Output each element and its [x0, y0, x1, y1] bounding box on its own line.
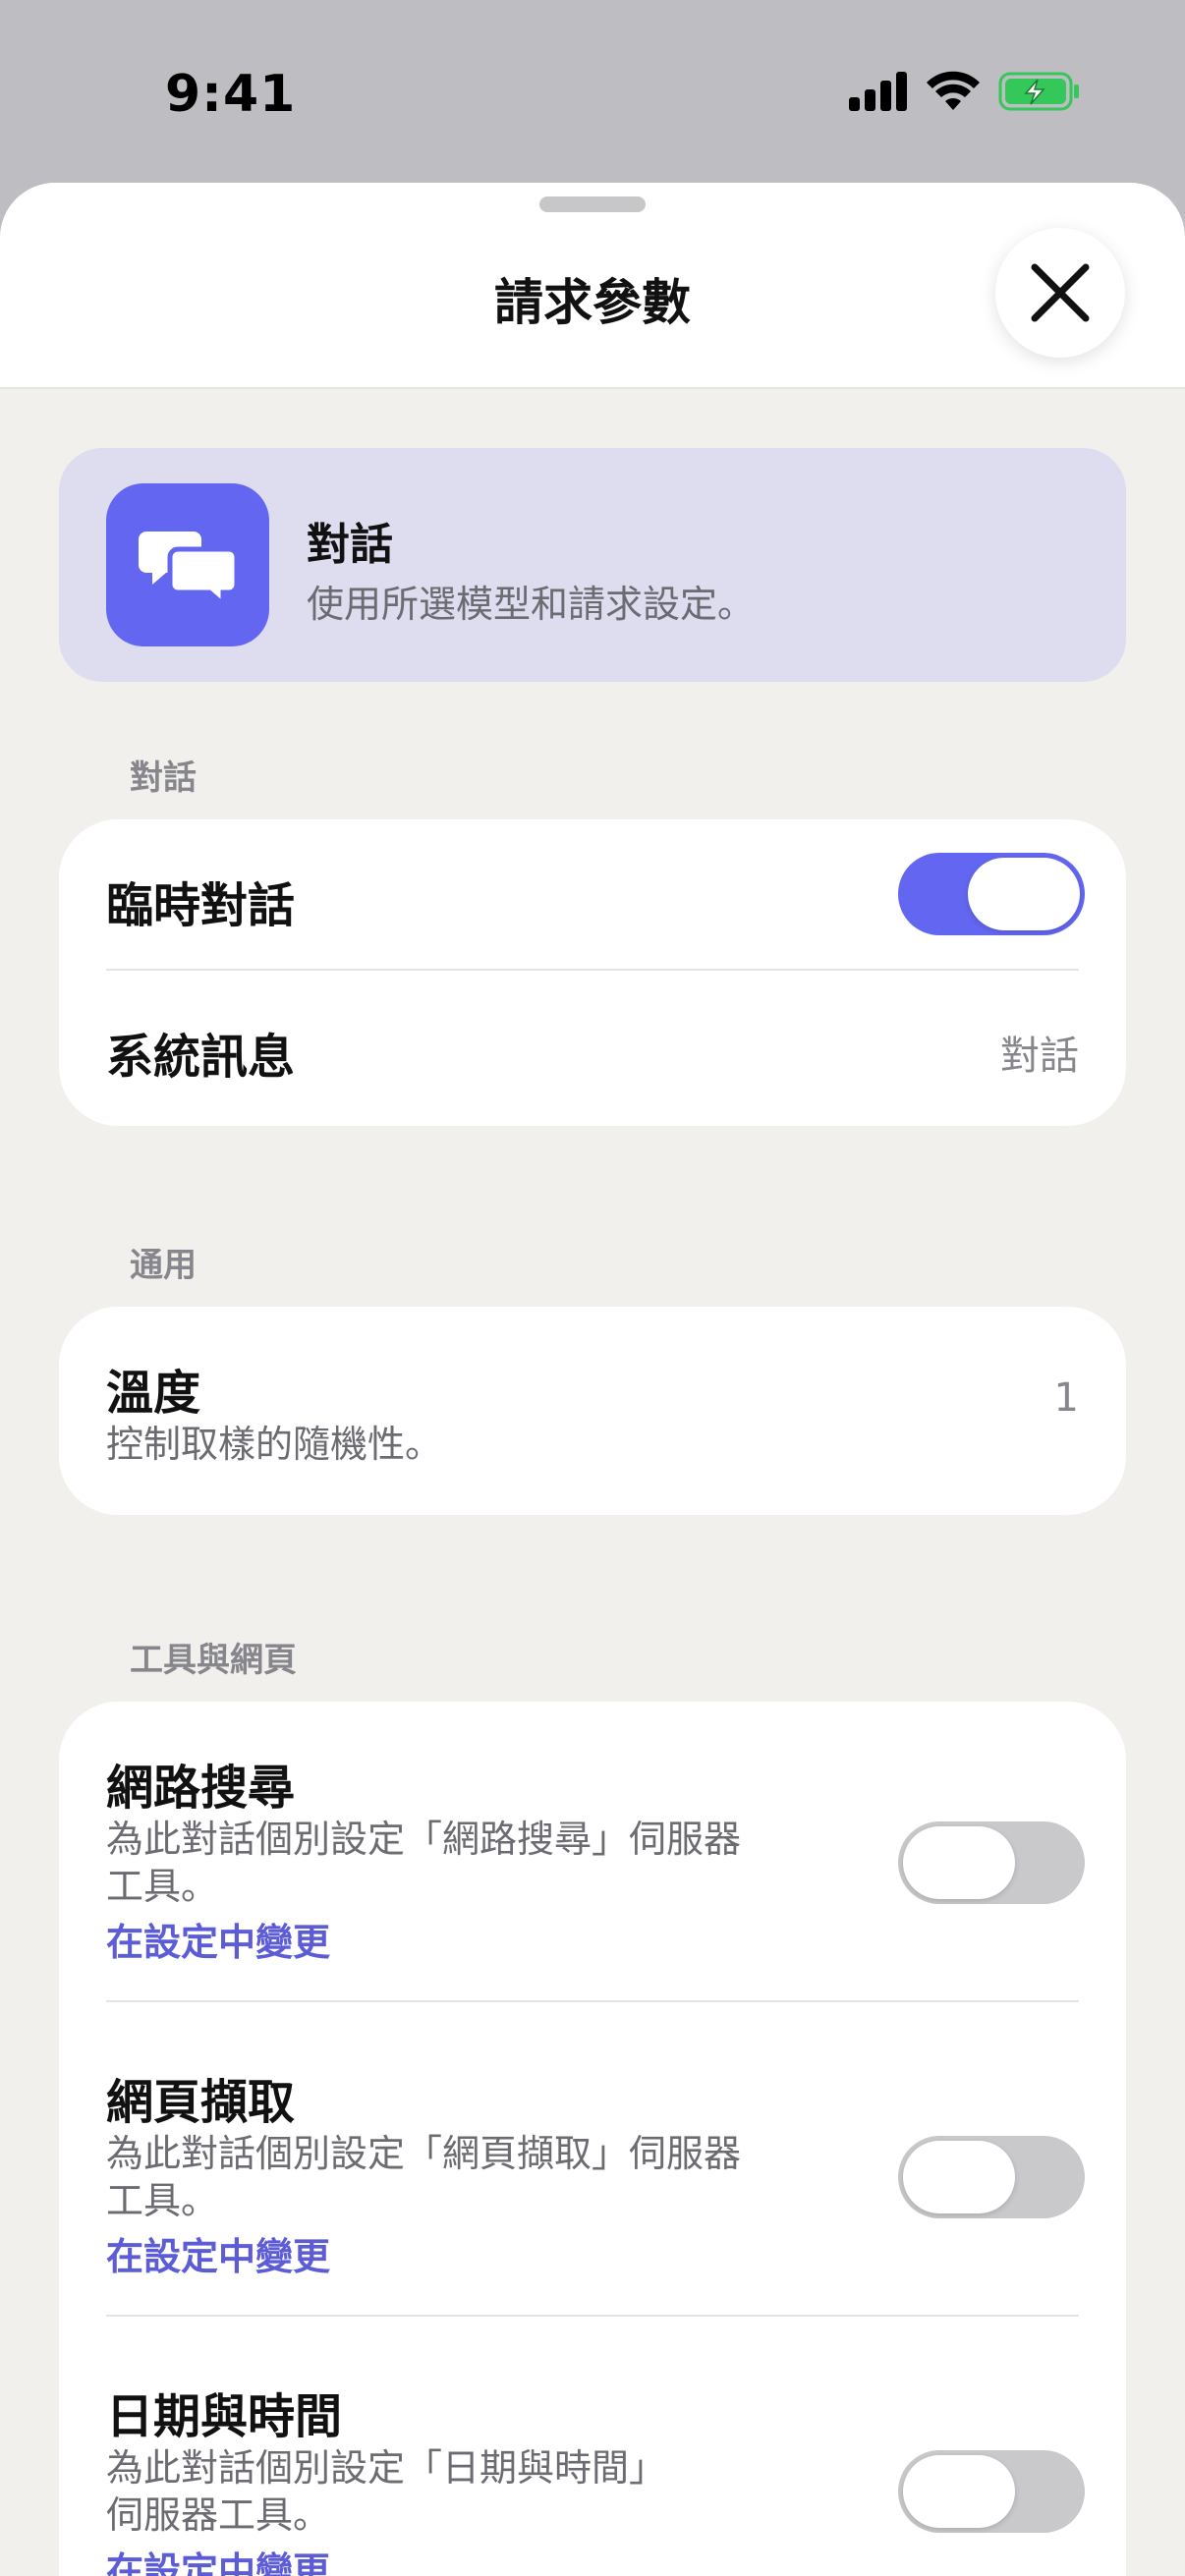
temperature-label: 溫度 — [106, 1366, 201, 1421]
section-label-general: 通用 — [130, 1246, 197, 1285]
web-search-title: 網路搜尋 — [106, 1761, 296, 1816]
web-search-toggle[interactable] — [898, 1821, 1085, 1904]
date-time-settings-link[interactable]: 在設定中變更 — [106, 2541, 330, 2576]
web-search-description-line1: 為此對話個別設定「網路搜尋」伺服器 — [106, 1818, 742, 1861]
hero-icon-tile — [106, 483, 269, 646]
section-label-tools: 工具與網頁 — [130, 1641, 297, 1680]
system-message-label: 系統訊息 — [106, 1030, 296, 1085]
web-fetch-title: 網頁擷取 — [106, 2075, 296, 2130]
request-parameters-sheet: 請求參數 對話 使用所選模型和請求設定。 對話 臨時對話 系統訊息 對話 通用 — [0, 183, 1185, 2576]
web-fetch-description-line2: 工具。 — [106, 2179, 219, 2222]
conversation-card: 臨時對話 系統訊息 對話 — [59, 819, 1126, 1126]
system-message-value: 對話 — [1000, 1034, 1079, 1079]
temperature-value: 1 — [1053, 1375, 1079, 1421]
web-search-description-line2: 工具。 — [106, 1865, 219, 1908]
web-fetch-description-line1: 為此對話個別設定「網頁擷取」伺服器 — [106, 2132, 742, 2175]
hero-title: 對話 — [307, 520, 393, 570]
chat-bubbles-icon — [139, 532, 237, 604]
close-icon — [1031, 263, 1090, 322]
sheet-header: 請求參數 — [0, 183, 1185, 389]
temperature-description: 控制取樣的隨機性。 — [106, 1423, 443, 1466]
conversation-hero-card: 對話 使用所選模型和請求設定。 — [59, 448, 1126, 682]
web-fetch-toggle[interactable] — [898, 2136, 1085, 2218]
temperature-row[interactable]: 溫度 控制取樣的隨機性。 1 — [59, 1307, 1126, 1515]
date-time-toggle[interactable] — [898, 2450, 1085, 2533]
web-fetch-settings-link[interactable]: 在設定中變更 — [106, 2226, 330, 2280]
date-time-description-line2: 伺服器工具。 — [106, 2493, 331, 2537]
toggle-knob — [968, 858, 1080, 930]
toggle-knob — [903, 2141, 1015, 2213]
toggle-knob — [903, 1826, 1015, 1899]
status-icons — [849, 71, 1081, 112]
divider — [106, 2000, 1079, 2002]
sheet-grabber[interactable] — [539, 196, 646, 212]
close-button[interactable] — [995, 228, 1125, 358]
web-search-settings-link[interactable]: 在設定中變更 — [106, 1912, 330, 1966]
temporary-chat-toggle[interactable] — [898, 853, 1085, 935]
temporary-chat-label: 臨時對話 — [106, 878, 296, 933]
wifi-icon — [927, 71, 980, 110]
section-label-conversation: 對話 — [130, 758, 197, 798]
tools-card: 網路搜尋 為此對話個別設定「網路搜尋」伺服器 工具。 在設定中變更 網頁擷取 為… — [59, 1702, 1126, 2576]
date-time-description-line1: 為此對話個別設定「日期與時間」 — [106, 2446, 667, 2490]
status-bar: 9:41 — [0, 0, 1185, 183]
battery-charging-icon — [998, 72, 1079, 111]
cellular-signal-icon — [849, 72, 907, 111]
hero-subtitle: 使用所選模型和請求設定。 — [307, 583, 756, 626]
status-time: 9:41 — [165, 65, 297, 124]
divider — [106, 969, 1079, 971]
divider — [106, 2315, 1079, 2317]
date-time-title: 日期與時間 — [106, 2389, 343, 2444]
toggle-knob — [903, 2455, 1015, 2528]
